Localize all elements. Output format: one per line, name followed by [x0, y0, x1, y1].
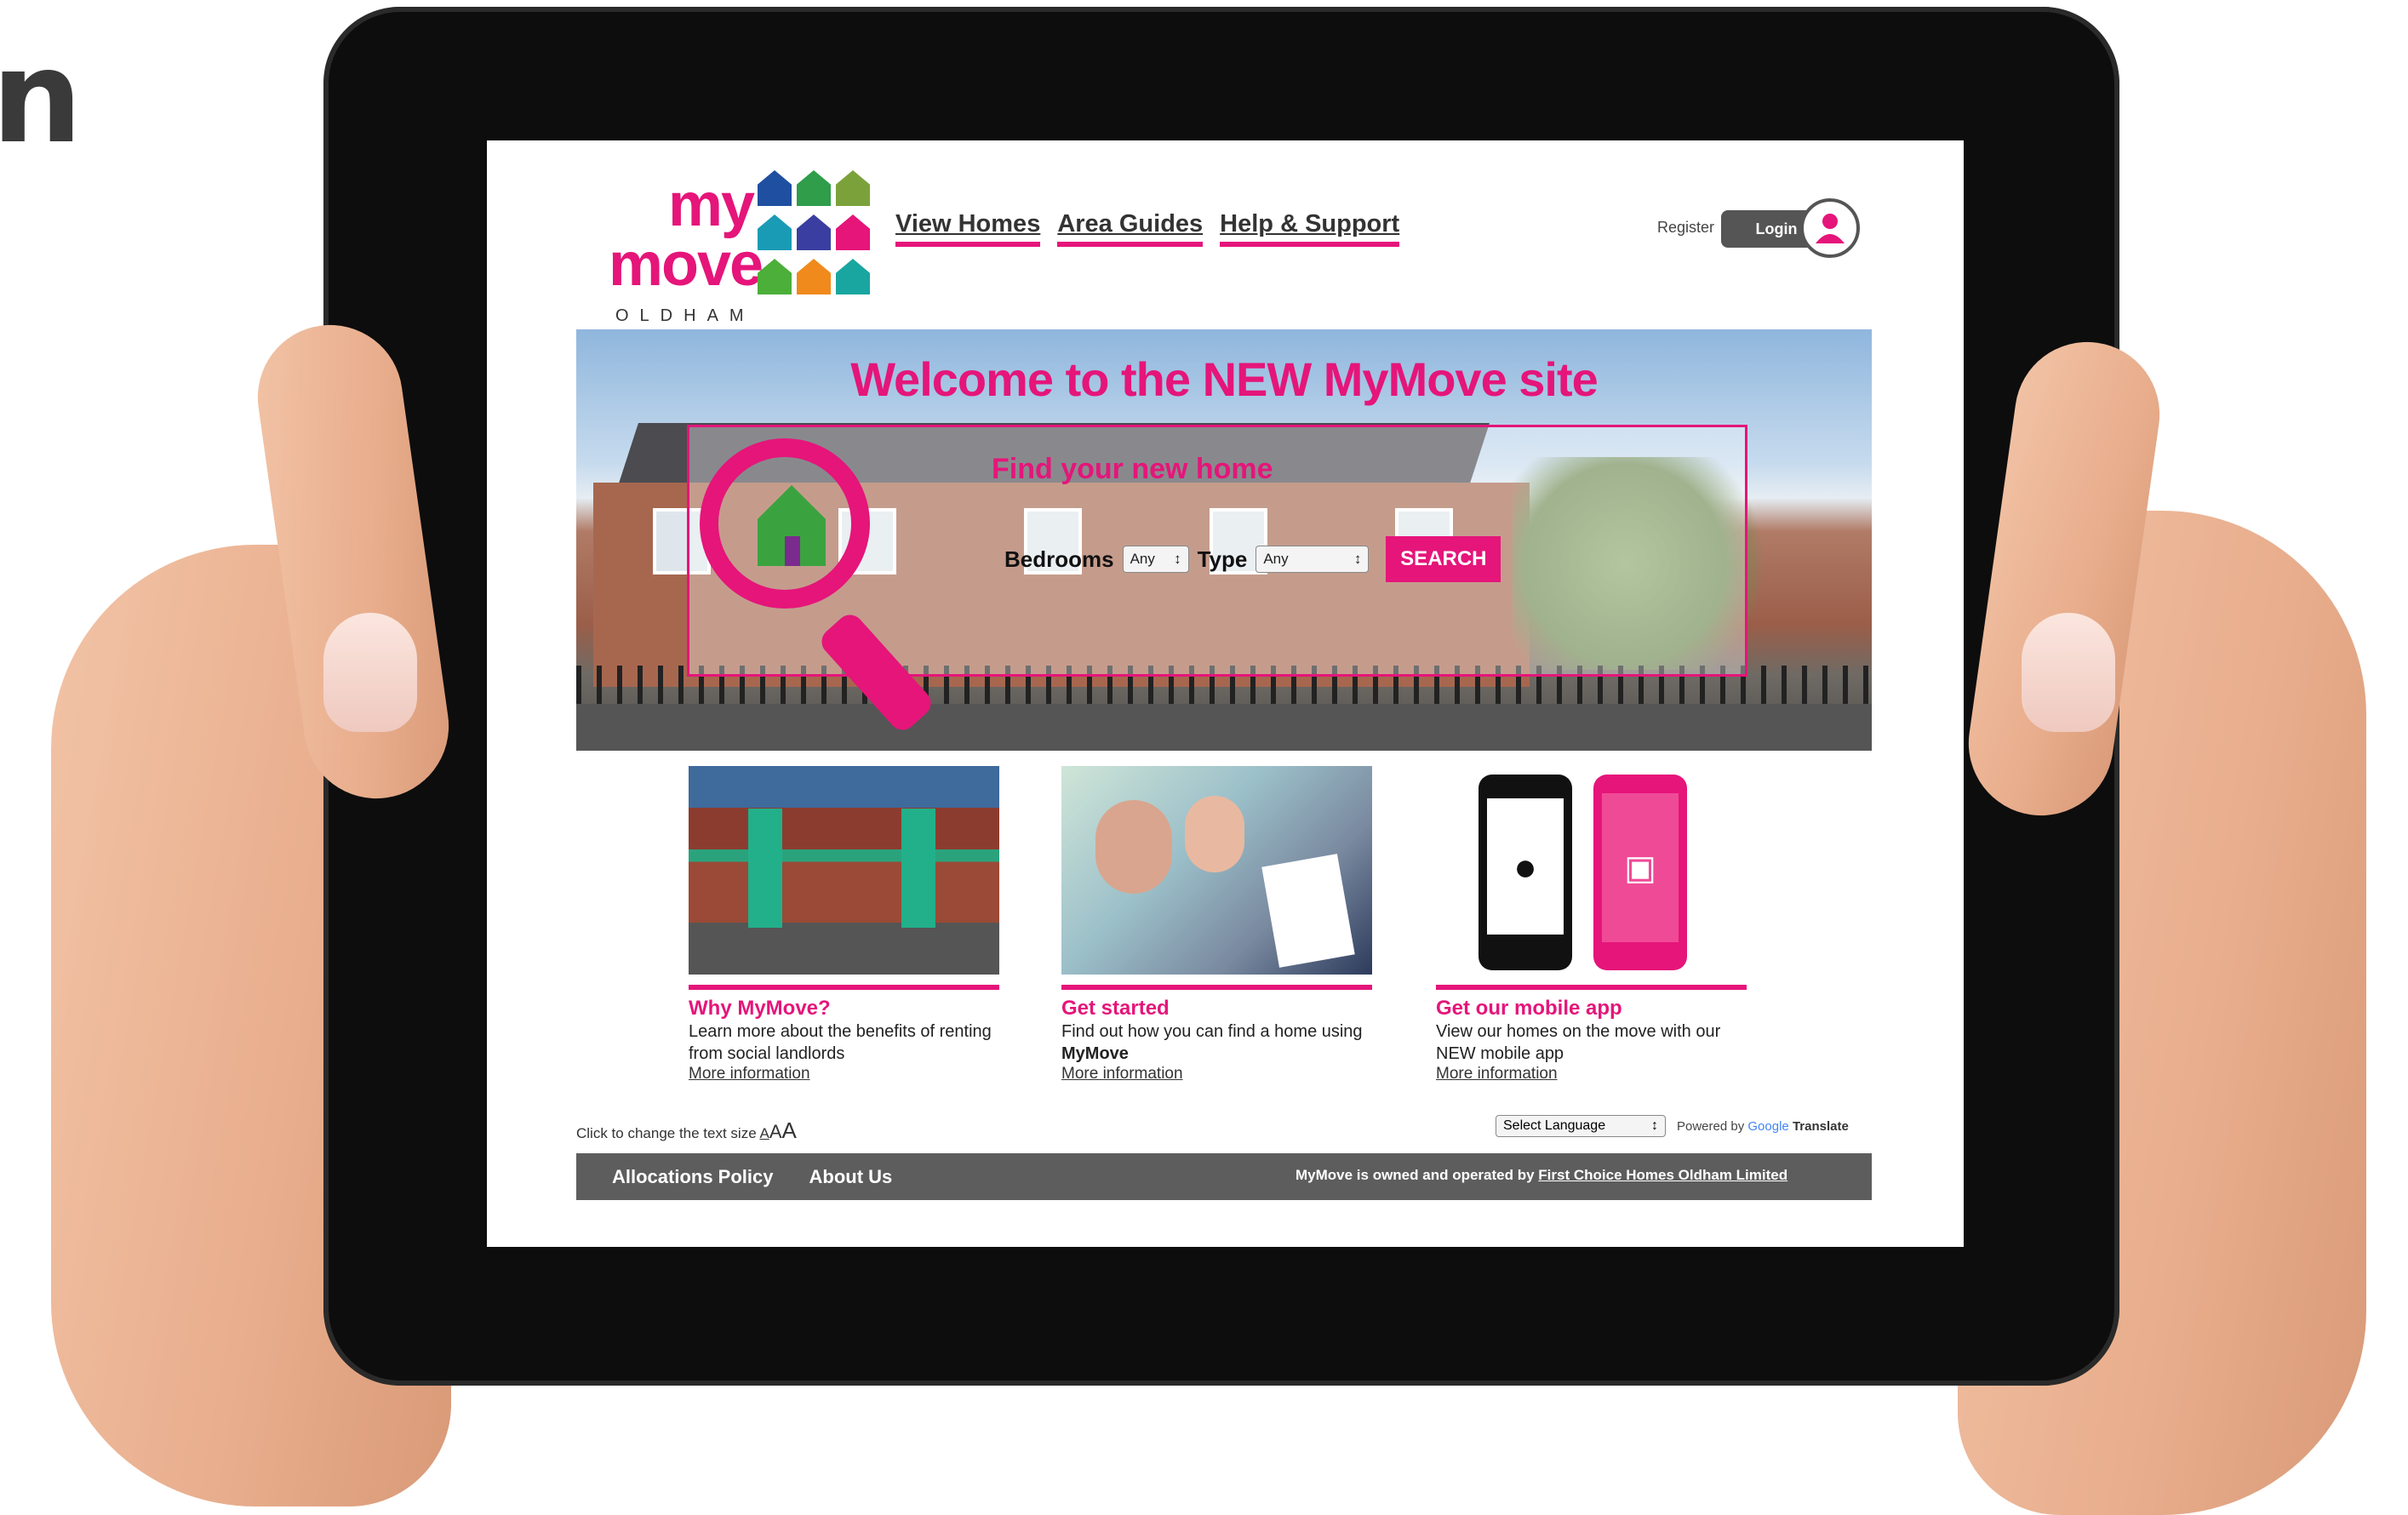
card-text: Find out how you can find a home using M…: [1061, 1022, 1363, 1063]
select-arrow-icon: ↕: [1651, 1118, 1658, 1133]
nav-view-homes[interactable]: View Homes: [895, 210, 1041, 247]
select-arrow-icon: ↕: [1174, 551, 1181, 567]
house-icon: [836, 170, 870, 206]
text-size-medium[interactable]: A: [769, 1121, 782, 1142]
text-size-large[interactable]: A: [782, 1118, 797, 1143]
search-button[interactable]: SEARCH: [1386, 536, 1501, 582]
card-text: Learn more about the benefits of renting…: [689, 1022, 992, 1063]
hero-photo-road: [576, 704, 1872, 751]
hero-title: Welcome to the NEW MyMove site: [850, 352, 1599, 406]
text-size-small[interactable]: A: [759, 1125, 769, 1141]
more-information-link[interactable]: More information: [689, 1065, 810, 1083]
user-icon[interactable]: [1800, 198, 1860, 258]
select-arrow-icon: ↕: [1353, 551, 1362, 567]
iphone-icon: ●: [1479, 775, 1572, 970]
card-get-started: Get started Find out how you can find a …: [1061, 766, 1372, 1083]
people-with-leaflet-image: [1061, 766, 1372, 975]
more-information-link[interactable]: More information: [1436, 1065, 1558, 1083]
bedrooms-value: Any: [1130, 551, 1155, 567]
apple-icon: ●: [1487, 798, 1564, 935]
company-link[interactable]: First Choice Homes Oldham Limited: [1538, 1167, 1787, 1183]
house-icon: [797, 259, 831, 294]
user-glyph: [1816, 214, 1845, 243]
text-size-control: Click to change the text size AAA: [576, 1118, 797, 1144]
android-icon: ▣: [1602, 793, 1679, 942]
logo-text-move: move: [609, 231, 764, 299]
magnifier-house-icon: [700, 438, 937, 736]
mobile-phones-image: ● ▣: [1436, 766, 1747, 975]
logo-houses-icon: [758, 170, 870, 294]
type-value: Any: [1263, 551, 1289, 567]
powered-by-google: Powered by Google Translate: [1677, 1119, 1849, 1134]
site-footer: Allocations Policy About Us MyMove is ow…: [576, 1153, 1872, 1200]
card-why-mymove: Why MyMove? Learn more about the benefit…: [689, 766, 999, 1083]
tablet-screen: my move OLDHAM View Homes Area Guides He…: [487, 140, 1964, 1247]
more-information-link[interactable]: More information: [1061, 1065, 1183, 1083]
register-link[interactable]: Register: [1657, 219, 1714, 237]
footer-about-us[interactable]: About Us: [809, 1166, 893, 1188]
hero-banner: Welcome to the NEW MyMove site Find your…: [576, 329, 1872, 751]
search-title: Find your new home: [992, 453, 1273, 485]
language-select[interactable]: Select Language ↕: [1496, 1115, 1666, 1137]
type-select[interactable]: Any ↕: [1255, 546, 1370, 573]
house-icon: [797, 170, 831, 206]
logo-text-oldham: OLDHAM: [615, 306, 755, 325]
language-select-value: Select Language: [1503, 1118, 1606, 1133]
main-nav: View Homes Area Guides Help & Support: [895, 210, 1400, 247]
house-icon: [758, 170, 792, 206]
ownership-note: MyMove is owned and operated by First Ch…: [1296, 1167, 1788, 1183]
bedrooms-label: Bedrooms: [1004, 546, 1114, 572]
card-title[interactable]: Get started: [1061, 997, 1372, 1020]
nav-area-guides[interactable]: Area Guides: [1057, 210, 1204, 247]
card-divider: [1061, 985, 1372, 990]
terraced-houses-image: [689, 766, 999, 975]
right-thumbnail: [2022, 613, 2115, 732]
nav-help-support[interactable]: Help & Support: [1220, 210, 1400, 247]
card-text: View our homes on the move with our NEW …: [1436, 1022, 1721, 1063]
android-phone-icon: ▣: [1593, 775, 1687, 970]
card-title[interactable]: Get our mobile app: [1436, 997, 1747, 1020]
card-mobile-app: ● ▣ Get our mobile app View our homes on…: [1436, 766, 1747, 1083]
house-icon: [836, 259, 870, 294]
left-thumbnail: [323, 613, 417, 732]
card-divider: [1436, 985, 1747, 990]
mymove-logo[interactable]: my move OLDHAM: [609, 170, 870, 325]
card-title[interactable]: Why MyMove?: [689, 997, 999, 1020]
text-size-label: Click to change the text size: [576, 1125, 757, 1141]
footer-allocations-policy[interactable]: Allocations Policy: [612, 1166, 774, 1188]
house-icon: [797, 214, 831, 250]
bedrooms-select[interactable]: Any ↕: [1122, 546, 1189, 573]
house-icon: [758, 259, 792, 294]
card-divider: [689, 985, 999, 990]
page-heading-fragment: n: [0, 24, 83, 172]
search-controls: Bedrooms Any ↕ Type Any ↕ SEARCH: [1004, 536, 1501, 582]
house-icon: [758, 214, 792, 250]
type-label: Type: [1197, 546, 1248, 572]
house-icon: [836, 214, 870, 250]
